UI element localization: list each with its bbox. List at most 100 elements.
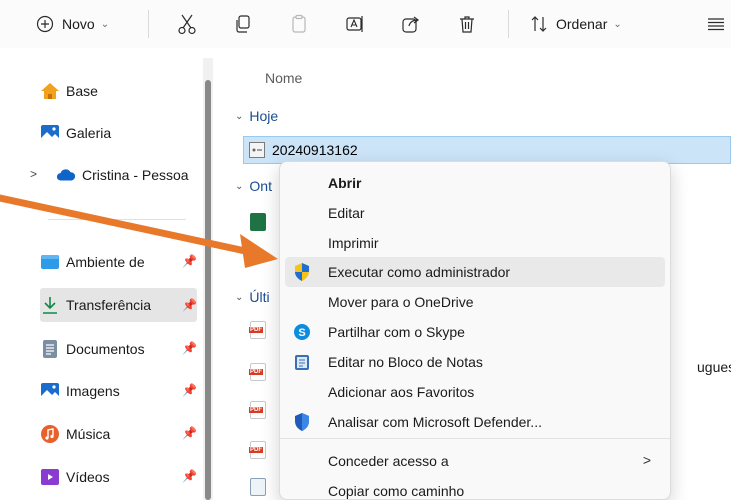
nav-item-downloads[interactable]: Transferência <box>40 288 197 322</box>
share-button[interactable] <box>394 6 428 42</box>
command-bar: Novo ⌄ Ordenar ⌄ <box>0 0 731 48</box>
menu-item-move-onedrive[interactable]: Mover para o OneDrive <box>285 287 665 317</box>
chevron-down-icon: ⌄ <box>613 18 622 30</box>
nav-item-label: Documentos <box>66 341 145 357</box>
menu-item-label: Conceder acesso a <box>328 453 449 469</box>
group-header-today[interactable]: ⌄ Hoje <box>235 108 278 124</box>
pin-icon[interactable]: 📌 <box>182 341 197 355</box>
document-file-icon[interactable] <box>250 478 266 496</box>
menu-item-add-favorites[interactable]: Adicionar aos Favoritos <box>285 377 665 407</box>
video-icon <box>40 467 60 487</box>
paste-button[interactable] <box>282 6 316 42</box>
menu-item-copy-path[interactable]: Copiar como caminho <box>285 476 665 500</box>
share-icon <box>401 14 421 34</box>
file-name: 20240913162 <box>272 142 358 158</box>
menu-item-open[interactable]: Abrir <box>285 168 665 198</box>
chevron-down-icon: ⌄ <box>235 180 244 192</box>
navigation-pane: Base Galeria > Cristina - Pessoa Ambient… <box>0 58 215 500</box>
chevron-down-icon: ⌄ <box>235 110 244 122</box>
rename-icon <box>345 14 365 34</box>
copy-button[interactable] <box>226 6 260 42</box>
menu-item-label: Mover para o OneDrive <box>328 294 474 310</box>
cloud-icon <box>56 165 76 185</box>
menu-item-label: Imprimir <box>328 235 379 251</box>
rename-button[interactable] <box>338 6 372 42</box>
column-header-name[interactable]: Nome <box>265 70 302 86</box>
nav-item-label: Cristina - Pessoa <box>82 167 189 183</box>
notepad-icon <box>293 353 311 371</box>
cut-button[interactable] <box>170 6 204 42</box>
context-menu: Abrir Editar Imprimir Executar como admi… <box>279 161 671 500</box>
document-icon <box>40 339 60 359</box>
scissors-icon <box>177 13 197 35</box>
menu-item-scan-defender[interactable]: Analisar com Microsoft Defender... <box>285 407 665 437</box>
nav-item-label: Imagens <box>66 383 120 399</box>
chevron-right-icon: > <box>642 452 651 468</box>
pdf-file-icon[interactable] <box>249 363 266 381</box>
nav-item-documents[interactable]: Documentos <box>40 332 145 366</box>
plus-circle-icon <box>36 15 54 33</box>
nav-item-home[interactable]: Base <box>40 74 98 108</box>
nav-item-pictures[interactable]: Imagens <box>40 374 120 408</box>
clipboard-icon <box>289 14 309 34</box>
menu-item-label: Copiar como caminho <box>328 483 465 499</box>
copy-icon <box>233 14 253 34</box>
music-icon <box>40 424 60 444</box>
pin-icon[interactable]: 📌 <box>182 469 197 483</box>
nav-item-gallery[interactable]: Galeria <box>40 116 111 150</box>
pin-icon[interactable]: 📌 <box>182 298 197 312</box>
download-arrow-icon <box>40 295 60 315</box>
nav-item-onedrive[interactable]: Cristina - Pessoa <box>56 158 189 192</box>
pdf-file-icon[interactable] <box>249 441 266 459</box>
excel-file-icon[interactable] <box>250 213 266 231</box>
view-button[interactable] <box>700 6 730 42</box>
nav-item-label: Vídeos <box>66 469 110 485</box>
group-label: Últi <box>249 289 270 305</box>
group-label: Hoje <box>249 108 279 124</box>
sort-button[interactable]: Ordenar ⌄ <box>530 6 622 42</box>
menu-item-edit[interactable]: Editar <box>285 198 665 228</box>
uac-shield-icon <box>293 263 311 281</box>
nav-item-label: Ambiente de <box>66 254 145 270</box>
menu-item-print[interactable]: Imprimir <box>285 228 665 258</box>
menu-item-edit-notepad[interactable]: Editar no Bloco de Notas <box>285 347 665 377</box>
new-button[interactable]: Novo ⌄ <box>36 6 109 42</box>
file-name-partial: uguese <box>697 359 731 375</box>
menu-item-give-access[interactable]: Conceder acesso a > <box>285 446 665 476</box>
group-header-yesterday[interactable]: ⌄ Ont <box>235 178 272 194</box>
nav-item-label: Música <box>66 426 111 442</box>
home-icon <box>40 81 60 101</box>
nav-item-label: Galeria <box>66 125 112 141</box>
pdf-file-icon[interactable] <box>249 321 266 339</box>
pictures-icon <box>40 381 60 401</box>
nav-item-label: Transferência <box>66 297 152 313</box>
nav-item-videos[interactable]: Vídeos <box>40 460 110 494</box>
svg-text:S: S <box>298 327 305 339</box>
nav-item-label: Base <box>66 83 98 99</box>
menu-item-label: Executar como administrador <box>328 264 511 280</box>
selected-file-row[interactable]: 20240913162 <box>243 136 731 164</box>
pdf-file-icon[interactable] <box>249 401 266 419</box>
nav-item-music[interactable]: Música <box>40 417 110 451</box>
delete-button[interactable] <box>450 6 484 42</box>
menu-item-label: Editar <box>328 205 365 221</box>
nav-item-desktop[interactable]: Ambiente de <box>40 245 145 279</box>
new-button-label: Novo <box>62 16 95 32</box>
sort-arrows-icon <box>530 15 548 33</box>
pin-icon[interactable]: 📌 <box>182 383 197 397</box>
menu-item-label: Adicionar aos Favoritos <box>328 384 475 400</box>
sort-button-label: Ordenar <box>556 16 608 32</box>
toolbar-divider <box>508 10 509 38</box>
group-header-recent[interactable]: ⌄ Últi <box>235 289 270 305</box>
desktop-icon <box>40 252 60 272</box>
menu-item-label: Abrir <box>328 175 362 191</box>
pin-icon[interactable]: 📌 <box>182 426 197 440</box>
defender-shield-icon <box>293 413 311 431</box>
nav-scrollbar-thumb[interactable] <box>205 80 211 500</box>
trash-icon <box>457 14 477 34</box>
menu-item-share-skype[interactable]: S Partilhar com o Skype <box>285 317 665 347</box>
group-label: Ont <box>249 178 272 194</box>
chevron-right-icon[interactable]: > <box>30 167 37 181</box>
pin-icon[interactable]: 📌 <box>182 254 197 268</box>
menu-item-run-as-admin[interactable]: Executar como administrador <box>285 257 665 287</box>
